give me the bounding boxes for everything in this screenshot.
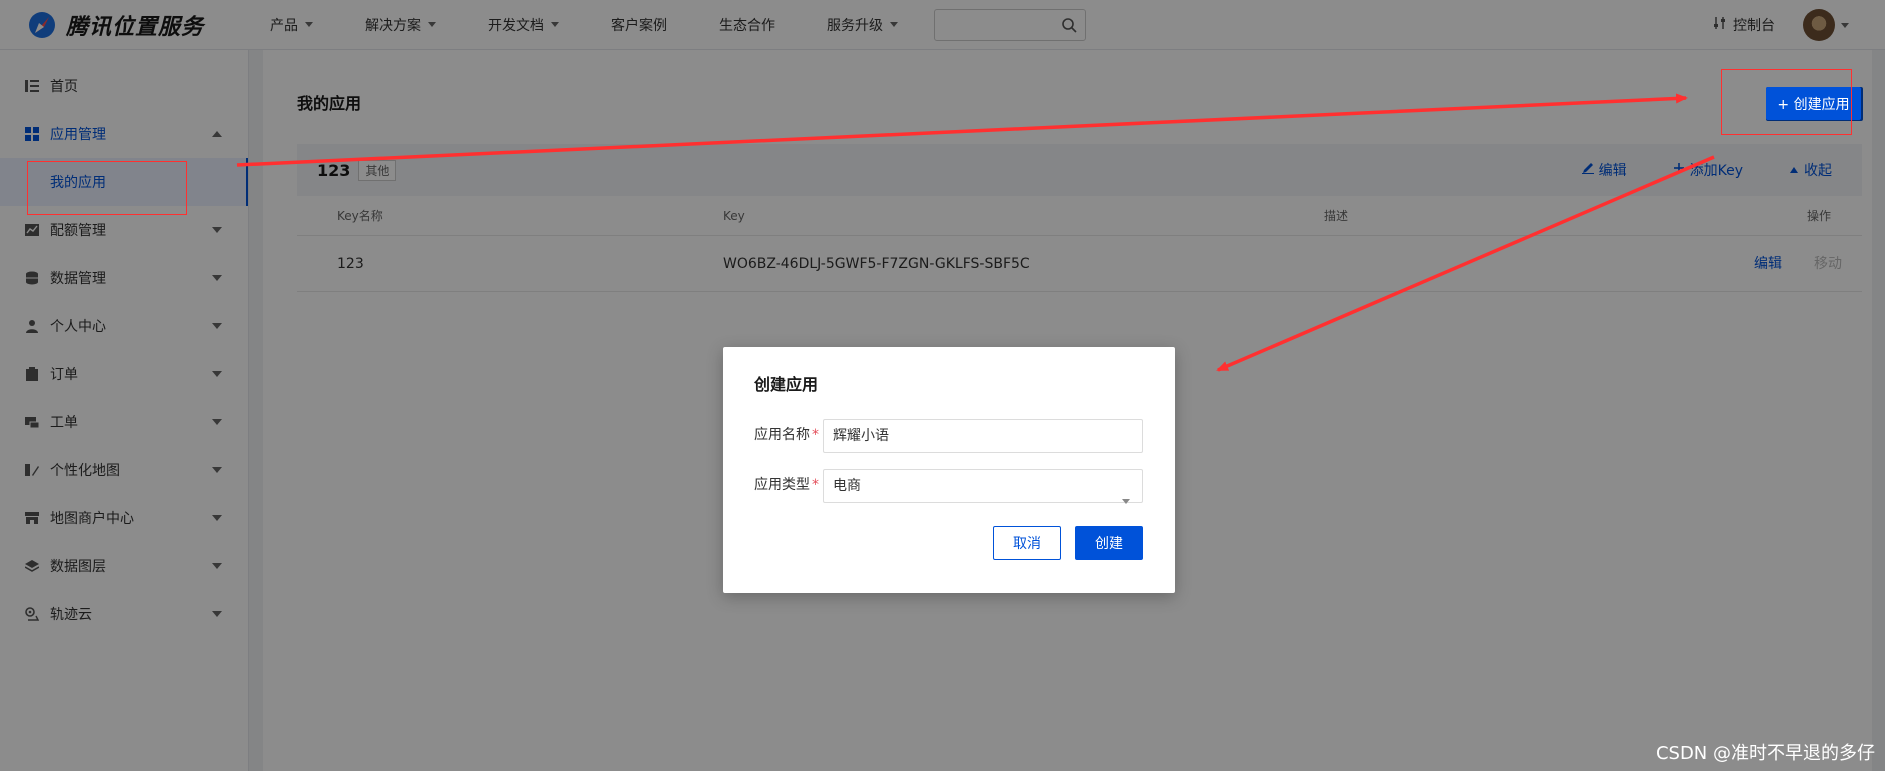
arrow-to-dialog [1216,155,1715,372]
watermark: CSDN @准时不早退的多仔 [1655,743,1875,764]
arrow-to-create-button [236,93,1688,167]
annotation-arrows [236,93,1715,372]
